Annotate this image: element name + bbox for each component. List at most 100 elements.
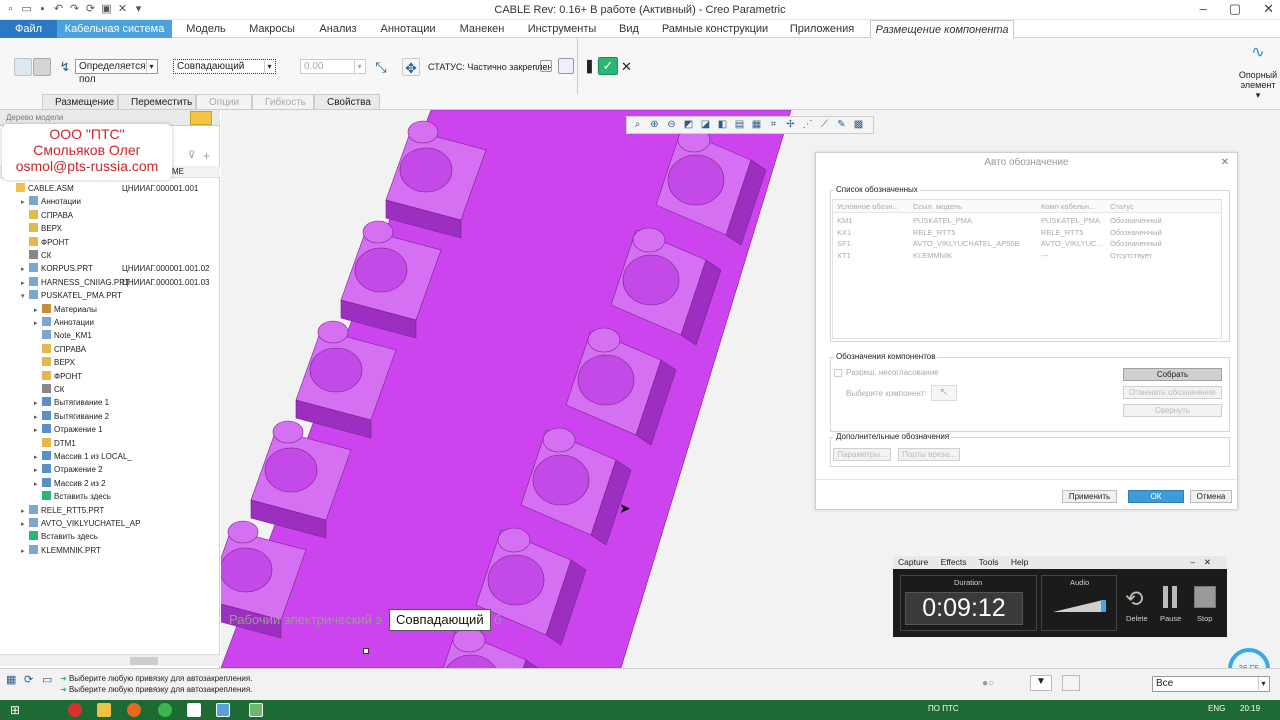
expand-toggle-icon[interactable]: ▾ [21,290,29,303]
right-terminal-post[interactable] [532,454,590,506]
camtasia-icon[interactable] [249,703,263,717]
audio-level-icon[interactable] [1053,598,1107,614]
tree-row[interactable]: ФРОНТ [21,236,69,249]
subtab-placement[interactable]: Размещение [42,94,118,110]
tree-row[interactable]: CABLE.ASM [8,182,74,195]
flip-constraint-icon[interactable]: ⤡ [372,58,390,76]
tree-row[interactable]: DTM1 [34,437,76,450]
cancel-designation-button[interactable]: Отменить обозначение [1123,386,1222,399]
tree-row[interactable]: СК [21,249,51,262]
expand-toggle-icon[interactable]: ▸ [21,505,29,518]
smart-select-icon[interactable] [1062,675,1080,691]
tab-analysis[interactable]: Анализ [308,20,368,38]
drag-handle[interactable] [363,648,369,654]
tree-row[interactable]: ВЕРХ [21,222,62,235]
expand-toggle-icon[interactable]: ▸ [34,397,42,410]
tree-row[interactable]: СПРАВА [21,209,73,222]
tab-frame[interactable]: Рамные конструкции [656,20,774,38]
tab-file[interactable]: Файл [0,20,57,38]
tree-row[interactable]: ▸ KLEMMNIK.PRT [21,544,101,557]
refit-icon[interactable]: ⌕ [630,118,645,132]
axis-display-icon[interactable]: ✢ [783,118,798,132]
subtab-move[interactable]: Переместить [118,94,196,110]
tree-row[interactable]: Вставить здесь [34,490,111,503]
tree-row[interactable]: ▸ Массив 2 из 2 [34,477,106,490]
grid-icon[interactable]: ▦ [6,673,16,686]
tree-row[interactable]: ФРОНТ [34,370,82,383]
scrollbar-thumb[interactable] [130,657,158,665]
saved-views-icon[interactable]: ▤ [732,118,747,132]
tab-cable-system[interactable]: Кабельная система [57,20,172,38]
delete-icon[interactable]: ⟲ [1125,586,1143,612]
right-terminal-post[interactable] [487,554,545,606]
right-terminal-post[interactable] [667,154,725,206]
pause-icon[interactable] [1161,586,1179,608]
tree-row[interactable]: СПРАВА [34,343,86,356]
entry-ports-button[interactable]: Порты вреза... [898,448,960,461]
add-column-icon[interactable]: + [203,149,210,163]
allow-mismatch-checkbox[interactable] [834,369,842,377]
selection-filter-icon[interactable]: ▼ [1030,675,1052,691]
expand-toggle-icon[interactable]: ▸ [21,263,29,276]
ok-button[interactable]: ОК [1128,490,1184,503]
subtab-flexibility[interactable]: Гибкость [252,94,314,110]
tree-row[interactable]: ▸ Вытягивание 2 [34,410,109,423]
table-row[interactable]: XT1 KLEMMNIK --- Отсутствует [833,250,1221,261]
tree-row[interactable]: Вставить здесь [21,530,98,543]
minimize-icon[interactable]: – [1200,1,1207,17]
collapse-button[interactable]: Свернуть [1123,404,1222,417]
tree-row[interactable]: ▸ Массив 1 из LOCAL_ [34,450,132,463]
move-icon[interactable]: ✥ [402,58,420,76]
tree-row[interactable]: ▸ Отражение 2 [34,463,103,476]
connection-icon[interactable]: ↯ [56,58,74,76]
tab-view[interactable]: Вид [610,20,648,38]
left-terminal-post-top[interactable] [272,420,304,444]
right-terminal-post[interactable] [577,354,635,406]
separate-window-icon[interactable] [558,58,574,74]
expand-toggle-icon[interactable]: ▸ [34,424,42,437]
cancel-button[interactable]: Отмена [1190,490,1232,503]
user-defined-icon[interactable] [14,58,32,76]
close-icon[interactable]: ✕ [1263,1,1274,17]
point-display-icon[interactable]: ⋰ [800,118,815,132]
left-terminal-post-top[interactable] [407,120,439,144]
tree-row[interactable]: ▸ Вытягивание 1 [34,396,109,409]
tree-row[interactable]: ▸ Аннотации [21,195,81,208]
tab-model[interactable]: Модель [176,20,236,38]
left-terminal-post-top[interactable] [227,520,259,544]
view-manager-icon[interactable]: ▦ [749,118,764,132]
left-terminal-post[interactable] [309,347,363,393]
left-terminal-post-top[interactable] [362,220,394,244]
mechanism-icon[interactable] [33,58,51,76]
offset-input[interactable]: 0.00 ▾ [300,59,366,74]
ok-checkmark-icon[interactable]: ✓ [598,57,618,75]
apply-button[interactable]: Применить [1062,490,1117,503]
expand-toggle-icon[interactable]: ▸ [34,451,42,464]
expand-toggle-icon[interactable]: ▸ [34,304,42,317]
left-terminal-post-top[interactable] [317,320,349,344]
minimize-icon[interactable]: – [1190,556,1195,569]
tree-row[interactable]: ▸ Отражение 1 [34,423,103,436]
expand-toggle-icon[interactable]: ▸ [21,545,29,558]
tree-row[interactable]: ▸ Материалы [34,303,97,316]
right-terminal-post-top[interactable] [542,427,576,453]
expand-toggle-icon[interactable]: ▸ [34,317,42,330]
expand-toggle-icon[interactable]: ▸ [34,478,42,491]
left-terminal-post[interactable] [221,547,273,593]
tree-tab-icon[interactable] [190,111,212,125]
datum-button[interactable]: Опорный элемент ▾ [1230,70,1280,100]
right-terminal-post-top[interactable] [497,527,531,553]
expand-toggle-icon[interactable]: ▸ [34,411,42,424]
datum-display-icon[interactable]: ⌗ [766,118,781,132]
spin-center-icon[interactable]: ▩ [851,118,866,132]
creo-icon[interactable] [216,703,230,717]
left-terminal-post[interactable] [354,247,408,293]
view-component-icon[interactable] [540,60,552,72]
right-terminal-post-top[interactable] [452,627,486,653]
expand-toggle-icon[interactable]: ▸ [21,518,29,531]
tree-row[interactable]: ВЕРХ [34,356,75,369]
tree-row[interactable]: ▸ HARNESS_CNIIAG.PRT [21,276,130,289]
tab-applications[interactable]: Приложения [782,20,862,38]
language-indicator[interactable]: ENG [1208,704,1225,713]
maximize-icon[interactable]: ▢ [1229,1,1241,17]
